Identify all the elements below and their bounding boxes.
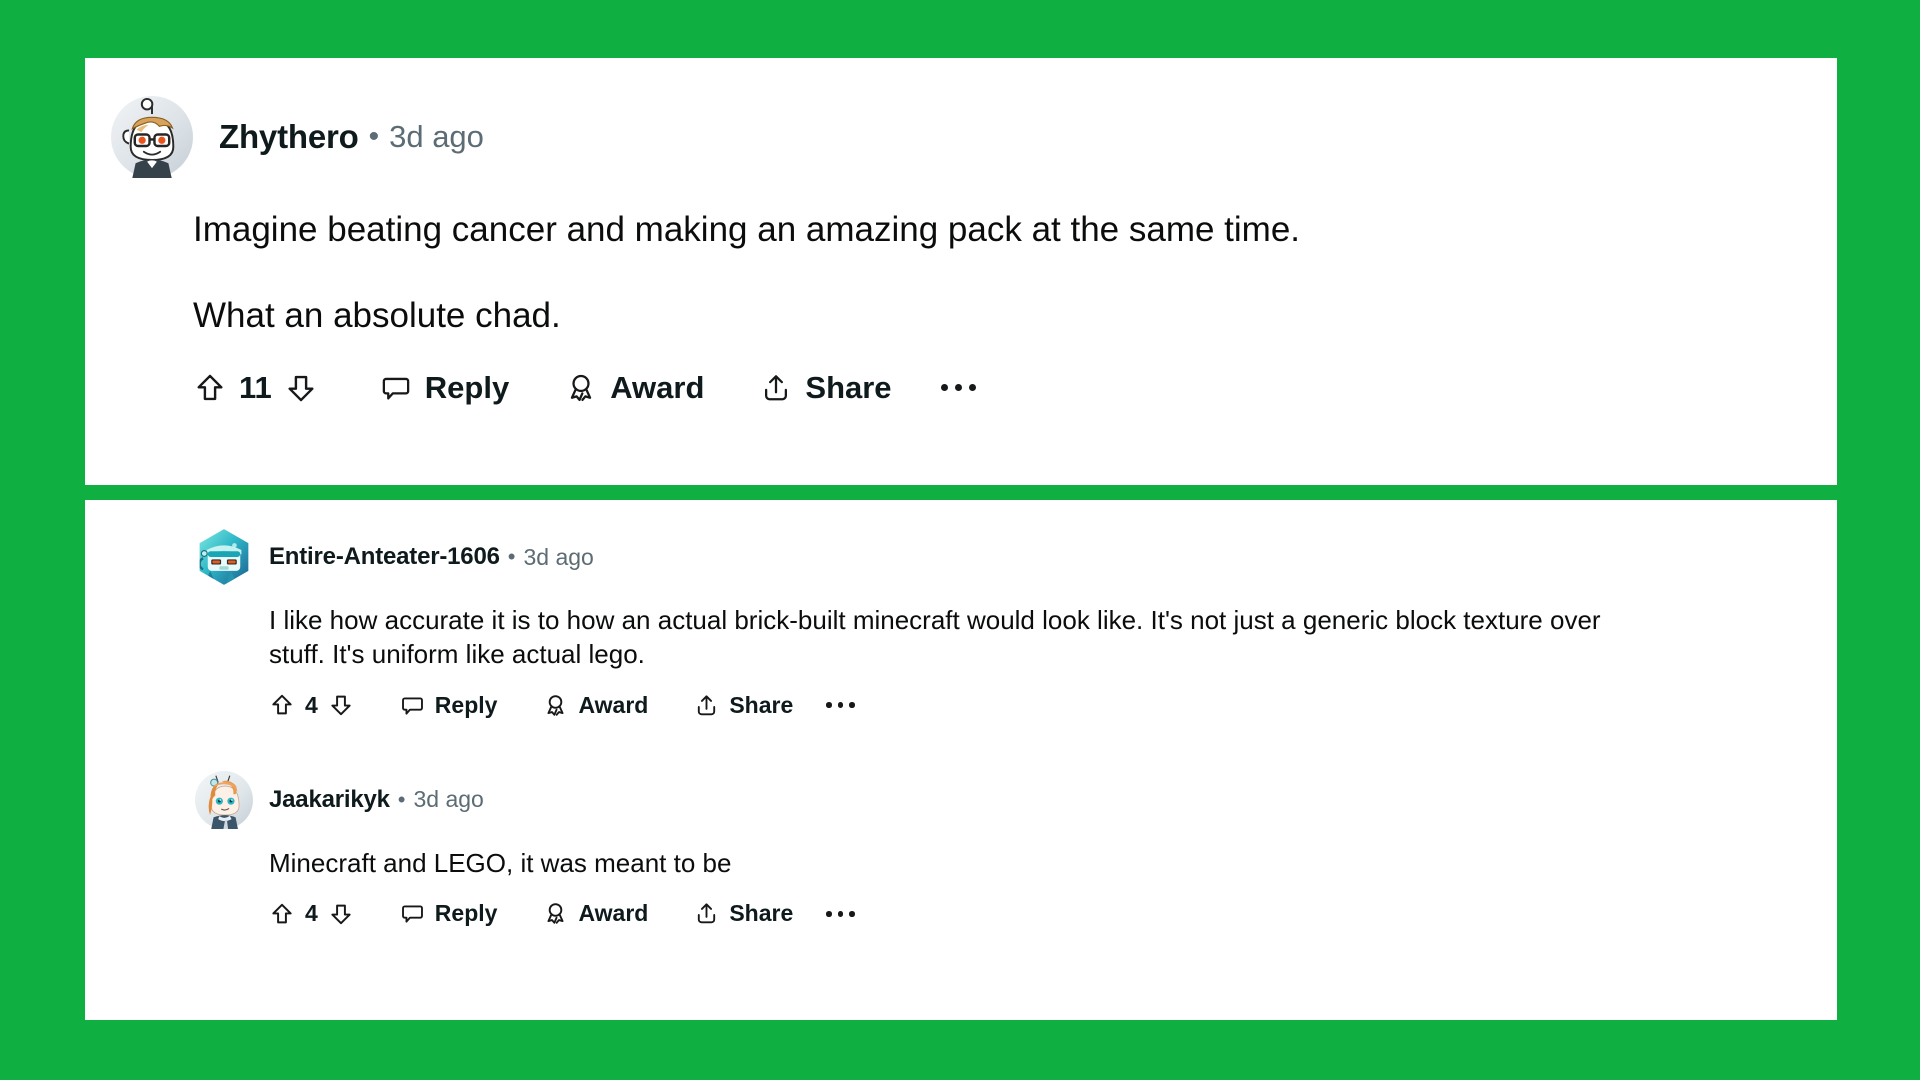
reply-label: Reply — [434, 900, 498, 927]
comment-action-bar: 4 Reply Award Share — [195, 900, 1837, 927]
hexagon-nft-robot-avatar[interactable] — [195, 528, 253, 586]
vote-group: 4 — [269, 692, 354, 719]
more-options-ellipsis-icon[interactable] — [938, 384, 980, 392]
comment-jaakarikyk: Jaakarikyk • 3d ago Minecraft and LEGO, … — [85, 719, 1837, 928]
award-button[interactable]: Award — [543, 900, 648, 927]
comment-body: Imagine beating cancer and making an ama… — [85, 210, 1837, 337]
upvote-button[interactable] — [269, 901, 295, 927]
share-button[interactable]: Share — [694, 900, 793, 927]
reply-label: Reply — [434, 691, 498, 718]
award-label: Award — [578, 900, 649, 927]
comment-body: Minecraft and LEGO, it was meant to be — [195, 847, 1837, 881]
award-button[interactable]: Award — [565, 370, 704, 406]
award-label: Award — [610, 369, 705, 405]
share-label: Share — [805, 369, 892, 405]
comment-card-replies: Entire-Anteater-1606 • 3d ago I like how… — [85, 500, 1837, 1020]
comment-card-root: Zhythero • 3d ago Imagine beating cancer… — [85, 58, 1837, 485]
comment-author-name[interactable]: Jaakarikyk — [269, 786, 390, 814]
comment-zhythero: Zhythero • 3d ago Imagine beating cancer… — [85, 58, 1837, 406]
comment-header: Entire-Anteater-1606 • 3d ago — [195, 528, 1837, 586]
reply-button[interactable]: Reply — [400, 900, 498, 927]
comment-header: Jaakarikyk • 3d ago — [195, 770, 1837, 829]
vote-group: 11 — [193, 370, 318, 406]
reply-button[interactable]: Reply — [380, 370, 509, 406]
comment-action-bar: 4 Reply Award Share — [195, 692, 1837, 719]
downvote-button[interactable] — [328, 692, 354, 718]
comment-author-name[interactable]: Entire-Anteater-1606 — [269, 543, 500, 571]
vote-group: 4 — [269, 900, 354, 927]
upvote-button[interactable] — [269, 692, 295, 718]
comment-timestamp: 3d ago — [523, 543, 594, 570]
comment-author-name[interactable]: Zhythero — [219, 118, 359, 156]
header-separator: • — [507, 544, 516, 569]
comment-paragraph: What an absolute chad. — [193, 295, 561, 335]
more-options-ellipsis-icon[interactable] — [823, 702, 858, 708]
comment-entire-anteater-1606: Entire-Anteater-1606 • 3d ago I like how… — [85, 500, 1837, 719]
reply-button[interactable]: Reply — [400, 691, 498, 719]
share-button[interactable]: Share — [694, 692, 793, 719]
upvote-button[interactable] — [193, 371, 227, 405]
award-button[interactable]: Award — [543, 692, 648, 719]
more-options-ellipsis-icon[interactable] — [823, 911, 858, 917]
page-root: Zhythero • 3d ago Imagine beating cancer… — [0, 0, 1920, 1080]
header-separator: • — [397, 786, 406, 812]
reply-label: Reply — [424, 369, 510, 405]
vote-count: 4 — [305, 900, 318, 927]
snoo-blonde-glasses-avatar[interactable] — [111, 96, 193, 178]
comment-paragraph: I like how accurate it is to how an actu… — [269, 605, 1601, 669]
downvote-button[interactable] — [284, 371, 318, 405]
header-separator: • — [368, 120, 380, 153]
share-label: Share — [729, 900, 794, 927]
comment-header: Zhythero • 3d ago — [85, 96, 1837, 178]
share-button[interactable]: Share — [760, 369, 892, 406]
vote-count: 4 — [305, 691, 318, 718]
downvote-button[interactable] — [328, 901, 354, 927]
comment-paragraph: Minecraft and LEGO, it was meant to be — [269, 847, 732, 878]
comment-action-bar: 11 Reply Award Share — [85, 370, 1837, 406]
comment-body: I like how accurate it is to how an actu… — [195, 604, 1657, 672]
share-label: Share — [729, 691, 794, 718]
award-label: Award — [578, 691, 649, 718]
snoo-orange-hair-avatar[interactable] — [195, 770, 253, 829]
vote-count: 11 — [239, 369, 272, 405]
comment-timestamp: 3d ago — [413, 786, 484, 813]
comment-timestamp: 3d ago — [389, 119, 484, 154]
comment-paragraph: Imagine beating cancer and making an ama… — [193, 210, 1301, 249]
